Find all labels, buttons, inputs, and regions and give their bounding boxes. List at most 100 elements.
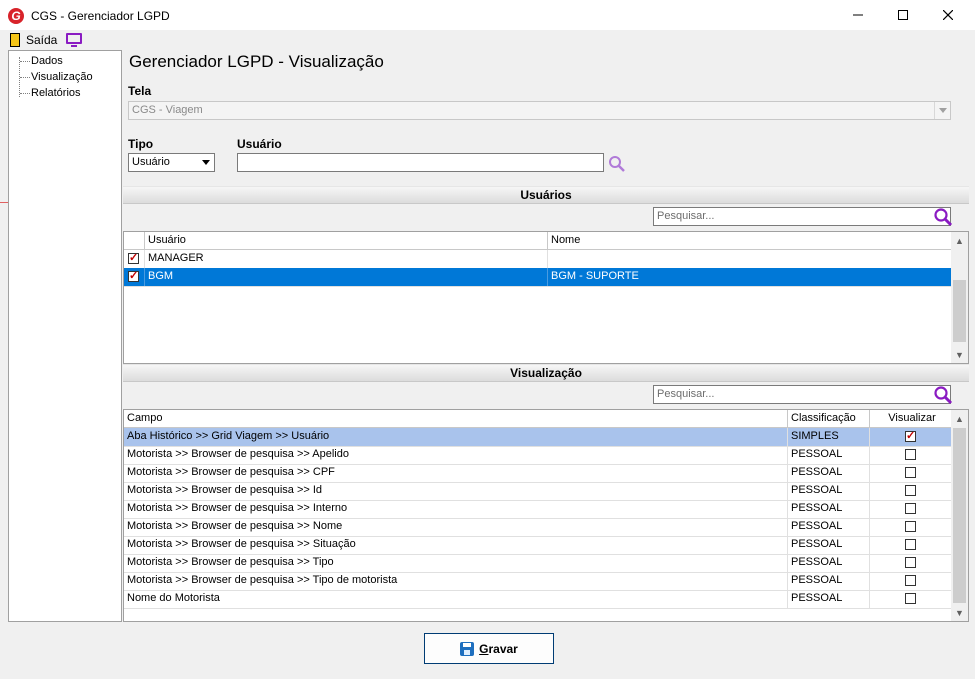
- users-scrollbar[interactable]: ▲ ▼: [951, 232, 968, 363]
- row-checkbox[interactable]: [128, 268, 139, 285]
- monitor-icon[interactable]: [66, 33, 82, 44]
- campo-cell: Motorista >> Browser de pesquisa >> Inte…: [124, 500, 788, 518]
- exit-menu-item[interactable]: Saída: [26, 33, 57, 47]
- view-search-input[interactable]: Pesquisar...: [653, 385, 951, 404]
- user-cell: BGM: [145, 268, 548, 286]
- title-bar: G CGS - Gerenciador LGPD: [0, 0, 975, 30]
- column-header-campo[interactable]: Campo: [124, 410, 788, 427]
- visualizar-checkbox[interactable]: [905, 467, 916, 478]
- classificacao-cell: PESSOAL: [788, 482, 870, 500]
- exit-door-icon[interactable]: [10, 33, 20, 47]
- save-button-label: ravar: [488, 641, 518, 656]
- maximize-icon: [898, 10, 908, 20]
- column-header-nome[interactable]: Nome: [548, 232, 952, 249]
- campo-cell: Motorista >> Browser de pesquisa >> Situ…: [124, 536, 788, 554]
- visualizar-checkbox[interactable]: [905, 503, 916, 514]
- visualizar-cell: [870, 428, 952, 446]
- save-button[interactable]: Gravar: [424, 633, 554, 664]
- menu-bar: [0, 30, 975, 50]
- search-icon[interactable]: [933, 385, 953, 405]
- row-check-cell: [124, 268, 145, 286]
- table-row[interactable]: Motorista >> Browser de pesquisa >> CPF P…: [124, 464, 952, 483]
- users-grid-header: Usuário Nome: [124, 232, 952, 250]
- table-row[interactable]: Nome do Motorista PESSOAL: [124, 590, 952, 609]
- row-checkbox[interactable]: [128, 250, 139, 267]
- classificacao-cell: PESSOAL: [788, 518, 870, 536]
- tela-select[interactable]: CGS - Viagem: [128, 101, 951, 120]
- table-row[interactable]: Motorista >> Browser de pesquisa >> Nome…: [124, 518, 952, 537]
- table-row[interactable]: Motorista >> Browser de pesquisa >> Tipo…: [124, 554, 952, 573]
- table-row-selected[interactable]: BGM BGM - SUPORTE: [124, 268, 952, 287]
- classificacao-cell: PESSOAL: [788, 572, 870, 590]
- classificacao-cell: PESSOAL: [788, 500, 870, 518]
- visualizar-cell: [870, 554, 952, 572]
- scroll-thumb[interactable]: [953, 280, 966, 342]
- navigation-tree: Dados Visualização Relatórios: [8, 50, 122, 622]
- tree-item-relatorios[interactable]: Relatórios: [31, 86, 81, 100]
- tree-item-visualizacao[interactable]: Visualização: [31, 70, 93, 84]
- visualizar-checkbox[interactable]: [905, 521, 916, 532]
- view-section-header: Visualização: [123, 364, 969, 382]
- minimize-icon: [853, 14, 863, 16]
- users-search-input[interactable]: Pesquisar...: [653, 207, 951, 226]
- table-row[interactable]: Motorista >> Browser de pesquisa >> Id PE…: [124, 482, 952, 501]
- scroll-up-icon[interactable]: ▲: [951, 410, 968, 427]
- close-icon: [943, 10, 953, 20]
- tipo-select-value: Usuário: [132, 156, 170, 168]
- visualizar-checkbox[interactable]: [905, 575, 916, 586]
- table-row[interactable]: MANAGER: [124, 250, 952, 269]
- visualizar-cell: [870, 572, 952, 590]
- close-button[interactable]: [925, 0, 971, 30]
- row-check-cell: [124, 250, 145, 268]
- scroll-down-icon[interactable]: ▼: [951, 604, 968, 621]
- campo-cell: Motorista >> Browser de pesquisa >> Tipo…: [124, 572, 788, 590]
- column-header-check[interactable]: [124, 232, 145, 249]
- tipo-label: Tipo: [128, 137, 154, 151]
- tree-connector: [20, 61, 30, 62]
- search-icon[interactable]: [933, 207, 953, 227]
- visualizar-checkbox[interactable]: [905, 593, 916, 604]
- minimize-button[interactable]: [835, 0, 881, 30]
- table-row[interactable]: Motorista >> Browser de pesquisa >> Apel…: [124, 446, 952, 465]
- maximize-button[interactable]: [880, 0, 926, 30]
- visualizar-checkbox[interactable]: [905, 449, 916, 460]
- visualizar-checkbox[interactable]: [905, 485, 916, 496]
- visualizar-checkbox[interactable]: [905, 428, 916, 445]
- window-title: CGS - Gerenciador LGPD: [31, 9, 170, 23]
- floppy-disk-icon: [460, 641, 475, 656]
- campo-cell: Motorista >> Browser de pesquisa >> Id: [124, 482, 788, 500]
- tela-select-value: CGS - Viagem: [132, 104, 203, 116]
- visualizar-cell: [870, 464, 952, 482]
- edge-marker: [0, 202, 8, 203]
- name-cell: [548, 250, 952, 268]
- user-cell: MANAGER: [145, 250, 548, 268]
- column-header-classificacao[interactable]: Classificação: [788, 410, 870, 427]
- tipo-select[interactable]: Usuário: [128, 153, 215, 172]
- search-icon[interactable]: [608, 155, 626, 173]
- visualizar-cell: [870, 482, 952, 500]
- monitor-stand: [71, 45, 77, 47]
- visualizar-cell: [870, 590, 952, 608]
- column-header-visualizar[interactable]: Visualizar: [870, 410, 952, 427]
- classificacao-cell: SIMPLES: [788, 428, 870, 446]
- column-header-usuario[interactable]: Usuário: [145, 232, 548, 249]
- chevron-down-icon: [934, 102, 950, 119]
- table-row[interactable]: Motorista >> Browser de pesquisa >> Tipo…: [124, 572, 952, 591]
- classificacao-cell: PESSOAL: [788, 590, 870, 608]
- usuario-input[interactable]: [237, 153, 604, 172]
- users-section-header: Usuários: [123, 186, 969, 204]
- table-row[interactable]: Aba Histórico >> Grid Viagem >> Usuário S…: [124, 428, 952, 447]
- tree-item-dados[interactable]: Dados: [31, 54, 63, 68]
- scroll-up-icon[interactable]: ▲: [951, 232, 968, 249]
- visualizar-cell: [870, 518, 952, 536]
- page-title: Gerenciador LGPD - Visualização: [129, 52, 384, 71]
- scroll-thumb[interactable]: [953, 428, 966, 603]
- campo-cell: Motorista >> Browser de pesquisa >> CPF: [124, 464, 788, 482]
- scroll-down-icon[interactable]: ▼: [951, 346, 968, 363]
- table-row[interactable]: Motorista >> Browser de pesquisa >> Situ…: [124, 536, 952, 555]
- view-scrollbar[interactable]: ▲ ▼: [951, 410, 968, 621]
- tree-connector: [20, 77, 30, 78]
- visualizar-checkbox[interactable]: [905, 557, 916, 568]
- table-row[interactable]: Motorista >> Browser de pesquisa >> Inte…: [124, 500, 952, 519]
- visualizar-checkbox[interactable]: [905, 539, 916, 550]
